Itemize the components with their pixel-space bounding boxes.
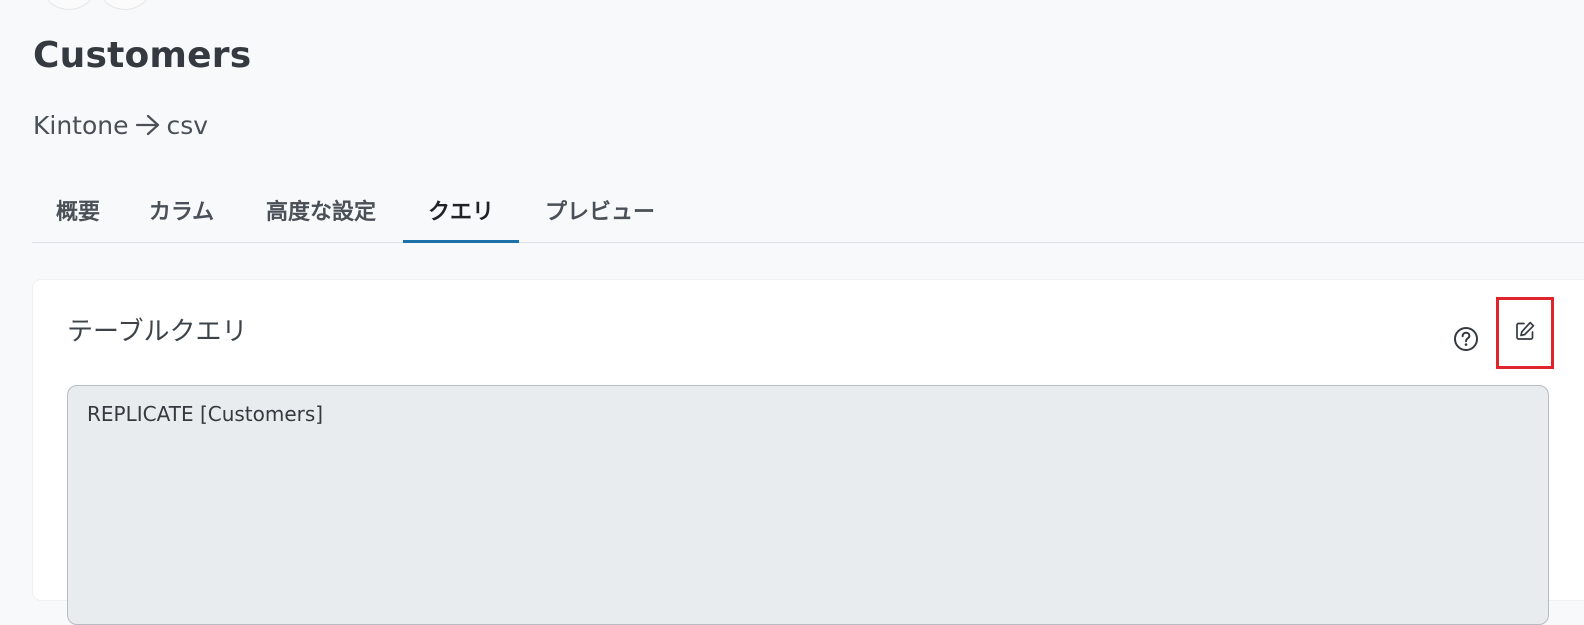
tab-bar: 概要 カラム 高度な設定 クエリ プレビュー xyxy=(32,178,1584,243)
tab-query[interactable]: クエリ xyxy=(403,178,519,243)
query-editor[interactable]: REPLICATE [Customers] xyxy=(67,385,1549,625)
avatar xyxy=(100,0,150,10)
tab-advanced-settings[interactable]: 高度な設定 xyxy=(239,178,403,242)
tab-overview[interactable]: 概要 xyxy=(32,178,124,242)
edit-pencil-icon xyxy=(1514,320,1536,346)
destination-label: csv xyxy=(166,110,209,140)
avatar xyxy=(44,0,94,10)
tab-columns[interactable]: カラム xyxy=(124,178,239,242)
source-label: Kintone xyxy=(33,110,129,140)
top-avatars xyxy=(44,0,150,10)
connection-subtitle: Kintone csv xyxy=(33,110,208,140)
tab-preview[interactable]: プレビュー xyxy=(519,178,681,242)
help-icon[interactable] xyxy=(1453,326,1479,352)
page-title: Customers xyxy=(33,35,252,76)
query-text: REPLICATE [Customers] xyxy=(87,402,324,426)
edit-query-button[interactable] xyxy=(1496,297,1554,369)
card-title: テーブルクエリ xyxy=(67,317,248,347)
table-query-card: テーブルクエリ REPLICATE [Customers] xyxy=(33,280,1584,625)
arrow-right-icon xyxy=(133,110,163,140)
